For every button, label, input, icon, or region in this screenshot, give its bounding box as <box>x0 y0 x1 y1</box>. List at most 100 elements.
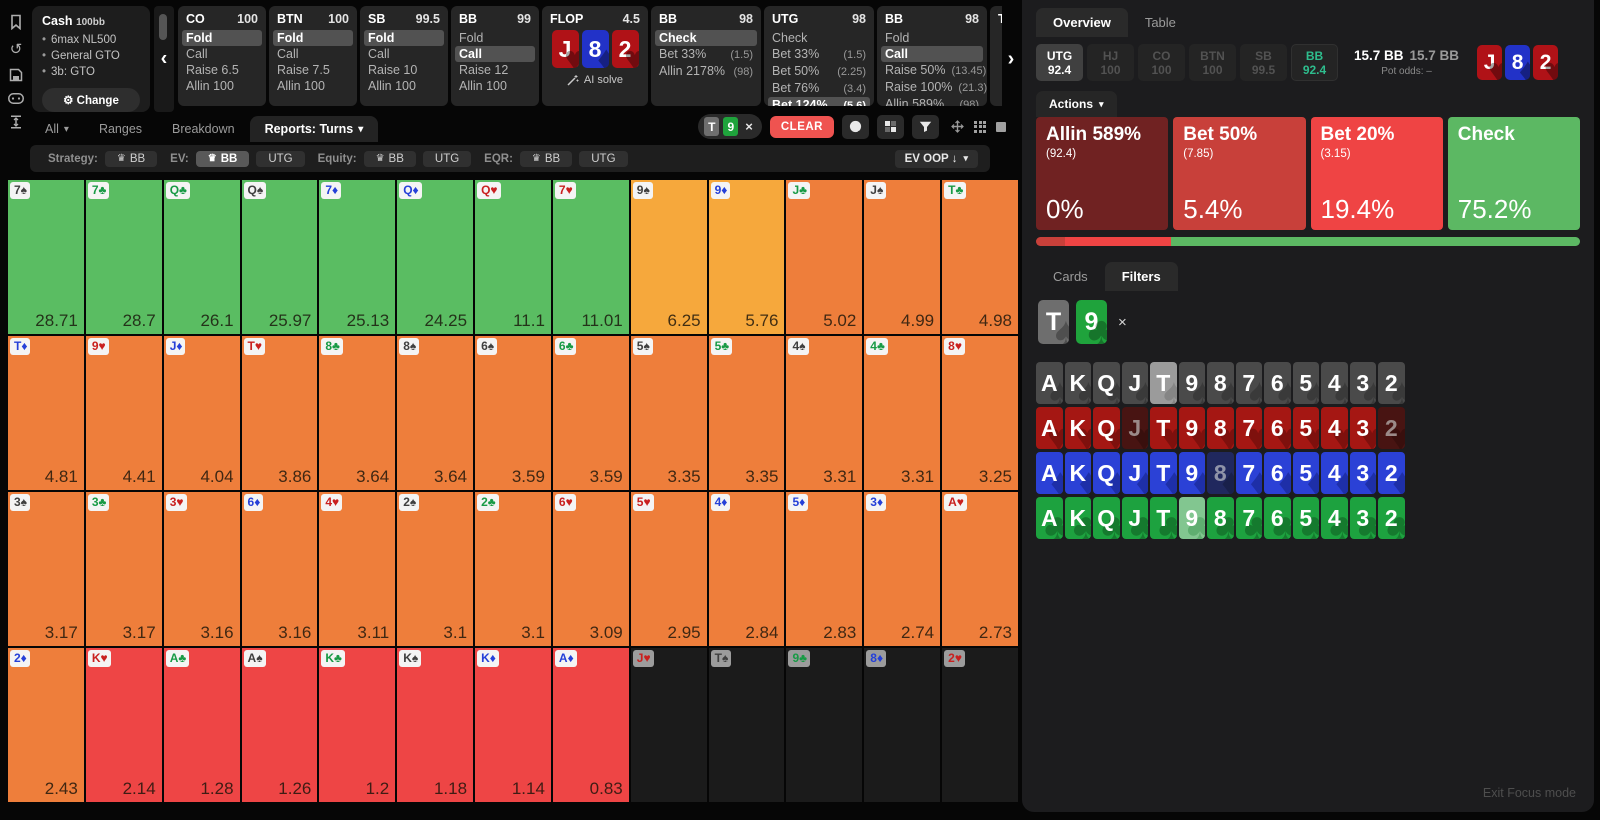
tab-cards[interactable]: Cards <box>1036 262 1105 291</box>
turn-card-cell[interactable]: T♠ <box>709 648 785 802</box>
card-tile-8d[interactable]: ♦8 <box>1207 452 1234 494</box>
toolbar-button-bb[interactable]: ♛BB <box>364 151 416 167</box>
move-icon[interactable] <box>951 120 964 133</box>
turn-card-cell[interactable]: 7♦25.13 <box>319 180 395 334</box>
tab-reports-turns[interactable]: Reports: Turns▾ <box>250 116 379 142</box>
turn-card-cell[interactable]: 8♠3.64 <box>397 336 473 490</box>
action-row[interactable]: Fold <box>273 30 353 46</box>
card-tile-kh[interactable]: ♥K <box>1065 407 1092 449</box>
card-tile-ad[interactable]: ♦A <box>1036 452 1063 494</box>
card-tile-3c[interactable]: ♣3 <box>1350 497 1377 539</box>
card-tile-td[interactable]: ♦T <box>1150 452 1177 494</box>
turn-card-cell[interactable]: T♥3.86 <box>242 336 318 490</box>
turn-card-cell[interactable]: 2♦2.43 <box>8 648 84 802</box>
turn-card-cell[interactable]: T♦4.81 <box>8 336 84 490</box>
turn-card-cell[interactable]: 2♠3.1 <box>397 492 473 646</box>
turn-card-cell[interactable]: 3♥3.16 <box>164 492 240 646</box>
action-card-check[interactable]: Check75.2% <box>1448 117 1580 230</box>
position-chip-co[interactable]: CO100 <box>1138 44 1185 81</box>
turn-card-cell[interactable]: K♦1.14 <box>475 648 551 802</box>
turn-card-cell[interactable]: A♣1.28 <box>164 648 240 802</box>
turn-card-cell[interactable]: 8♥3.25 <box>942 336 1018 490</box>
position-chip-sb[interactable]: SB99.5 <box>1240 44 1287 81</box>
card-tile-4s[interactable]: ♠4 <box>1321 362 1348 404</box>
card-tile-5d[interactable]: ♦5 <box>1293 452 1320 494</box>
turn-card-cell[interactable]: A♥2.73 <box>942 492 1018 646</box>
turn-card-cell[interactable]: J♠4.99 <box>864 180 940 334</box>
action-row[interactable]: Allin 100 <box>455 78 535 94</box>
turn-card-cell[interactable]: 6♥3.09 <box>553 492 629 646</box>
turn-card-cell[interactable]: Q♥11.1 <box>475 180 551 334</box>
card-tile-7d[interactable]: ♦7 <box>1236 452 1263 494</box>
chevron-right-icon[interactable]: › <box>1002 6 1020 112</box>
toolbar-button-utg[interactable]: UTG <box>579 151 627 167</box>
card-tile-5s[interactable]: ♠5 <box>1293 362 1320 404</box>
turn-card-cell[interactable]: 4♣3.31 <box>864 336 940 490</box>
actions-dropdown[interactable]: Actions▾ <box>1036 91 1117 117</box>
card-tile-qh[interactable]: ♥Q <box>1093 407 1120 449</box>
card-tile-jd[interactable]: ♦J <box>1122 452 1149 494</box>
turn-card-cell[interactable]: K♥2.14 <box>86 648 162 802</box>
card-tile-ah[interactable]: ♥A <box>1036 407 1063 449</box>
turn-card-cell[interactable]: Q♠25.97 <box>242 180 318 334</box>
turn-card-cell[interactable]: 5♦2.83 <box>786 492 862 646</box>
sort-dropdown[interactable]: EV OOP ↓▾ <box>895 150 978 168</box>
close-icon[interactable]: × <box>745 119 753 134</box>
card-tile-7c[interactable]: ♣7 <box>1236 497 1263 539</box>
card-tile-ts[interactable]: ♠T <box>1150 362 1177 404</box>
action-row[interactable]: Call <box>273 46 353 62</box>
action-row[interactable]: Bet 50%(2.25) <box>768 63 870 80</box>
card-tile-3s[interactable]: ♠3 <box>1350 362 1377 404</box>
card-tile-tc[interactable]: ♣T <box>1150 497 1177 539</box>
card-tile-8h[interactable]: ♥8 <box>1207 407 1234 449</box>
toolbar-button-bb[interactable]: ♛BB <box>520 151 572 167</box>
turn-card-cell[interactable]: T♣4.98 <box>942 180 1018 334</box>
card-tile-4h[interactable]: ♥4 <box>1321 407 1348 449</box>
tab-ranges[interactable]: Ranges <box>84 116 157 142</box>
turn-card-cell[interactable]: 8♣3.64 <box>319 336 395 490</box>
checkerboard-icon[interactable] <box>877 115 904 139</box>
card-tile-6s[interactable]: ♠6 <box>1264 362 1291 404</box>
filter-icon[interactable] <box>912 115 939 139</box>
action-row[interactable]: Fold <box>881 30 983 46</box>
action-card-bet-20-[interactable]: Bet 20%(3.15)19.4% <box>1311 117 1443 230</box>
history-icon[interactable]: ↺ <box>8 41 24 57</box>
action-row[interactable]: Allin 100 <box>364 78 444 94</box>
turn-card-cell[interactable]: 7♥11.01 <box>553 180 629 334</box>
position-chip-btn[interactable]: BTN100 <box>1189 44 1236 81</box>
action-row[interactable]: Check <box>768 30 870 46</box>
controller-icon[interactable] <box>8 93 24 104</box>
turn-card-cell[interactable]: J♦4.04 <box>164 336 240 490</box>
action-row[interactable]: Bet 124%(5.6) <box>768 97 870 106</box>
card-tile-2d[interactable]: ♦2 <box>1378 452 1405 494</box>
turn-card-cell[interactable]: 9♦5.76 <box>709 180 785 334</box>
turn-card-cell[interactable]: 4♠3.31 <box>786 336 862 490</box>
card-tile-9c[interactable]: ♣9 <box>1179 497 1206 539</box>
action-row[interactable]: Bet 33%(1.5) <box>768 46 870 63</box>
card-tile-8s[interactable]: ♠8 <box>1207 362 1234 404</box>
action-row[interactable]: Allin 2178%(98) <box>655 63 757 80</box>
turn-card-cell[interactable]: J♣5.02 <box>786 180 862 334</box>
card-tile-6d[interactable]: ♦6 <box>1264 452 1291 494</box>
card-tile-ks[interactable]: ♠K <box>1065 362 1092 404</box>
toolbar-button-utg[interactable]: UTG <box>256 151 304 167</box>
card-tile-3h[interactable]: ♥3 <box>1350 407 1377 449</box>
action-row[interactable]: Fold <box>182 30 262 46</box>
action-row[interactable]: Raise 7.5 <box>273 62 353 78</box>
action-row[interactable]: Raise 100%(21.3) <box>881 79 983 96</box>
turn-card-cell[interactable]: K♣1.2 <box>319 648 395 802</box>
card-tile-4d[interactable]: ♦4 <box>1321 452 1348 494</box>
turn-card-cell[interactable]: 8♦ <box>864 648 940 802</box>
action-row[interactable]: Raise 10 <box>364 62 444 78</box>
turn-card-cell[interactable]: 4♦2.84 <box>709 492 785 646</box>
card-tile-kc[interactable]: ♣K <box>1065 497 1092 539</box>
row-height-icon[interactable] <box>8 115 24 129</box>
square-icon[interactable] <box>996 122 1006 132</box>
card-tile-qc[interactable]: ♣Q <box>1093 497 1120 539</box>
grid-icon[interactable] <box>974 121 986 133</box>
ai-solve-button[interactable]: AI solve <box>550 74 640 86</box>
turn-card-cell[interactable]: 6♦3.16 <box>242 492 318 646</box>
card-tile-2c[interactable]: ♣2 <box>1378 497 1405 539</box>
card-tile-js[interactable]: ♠J <box>1122 362 1149 404</box>
action-row[interactable]: Check <box>655 30 757 46</box>
